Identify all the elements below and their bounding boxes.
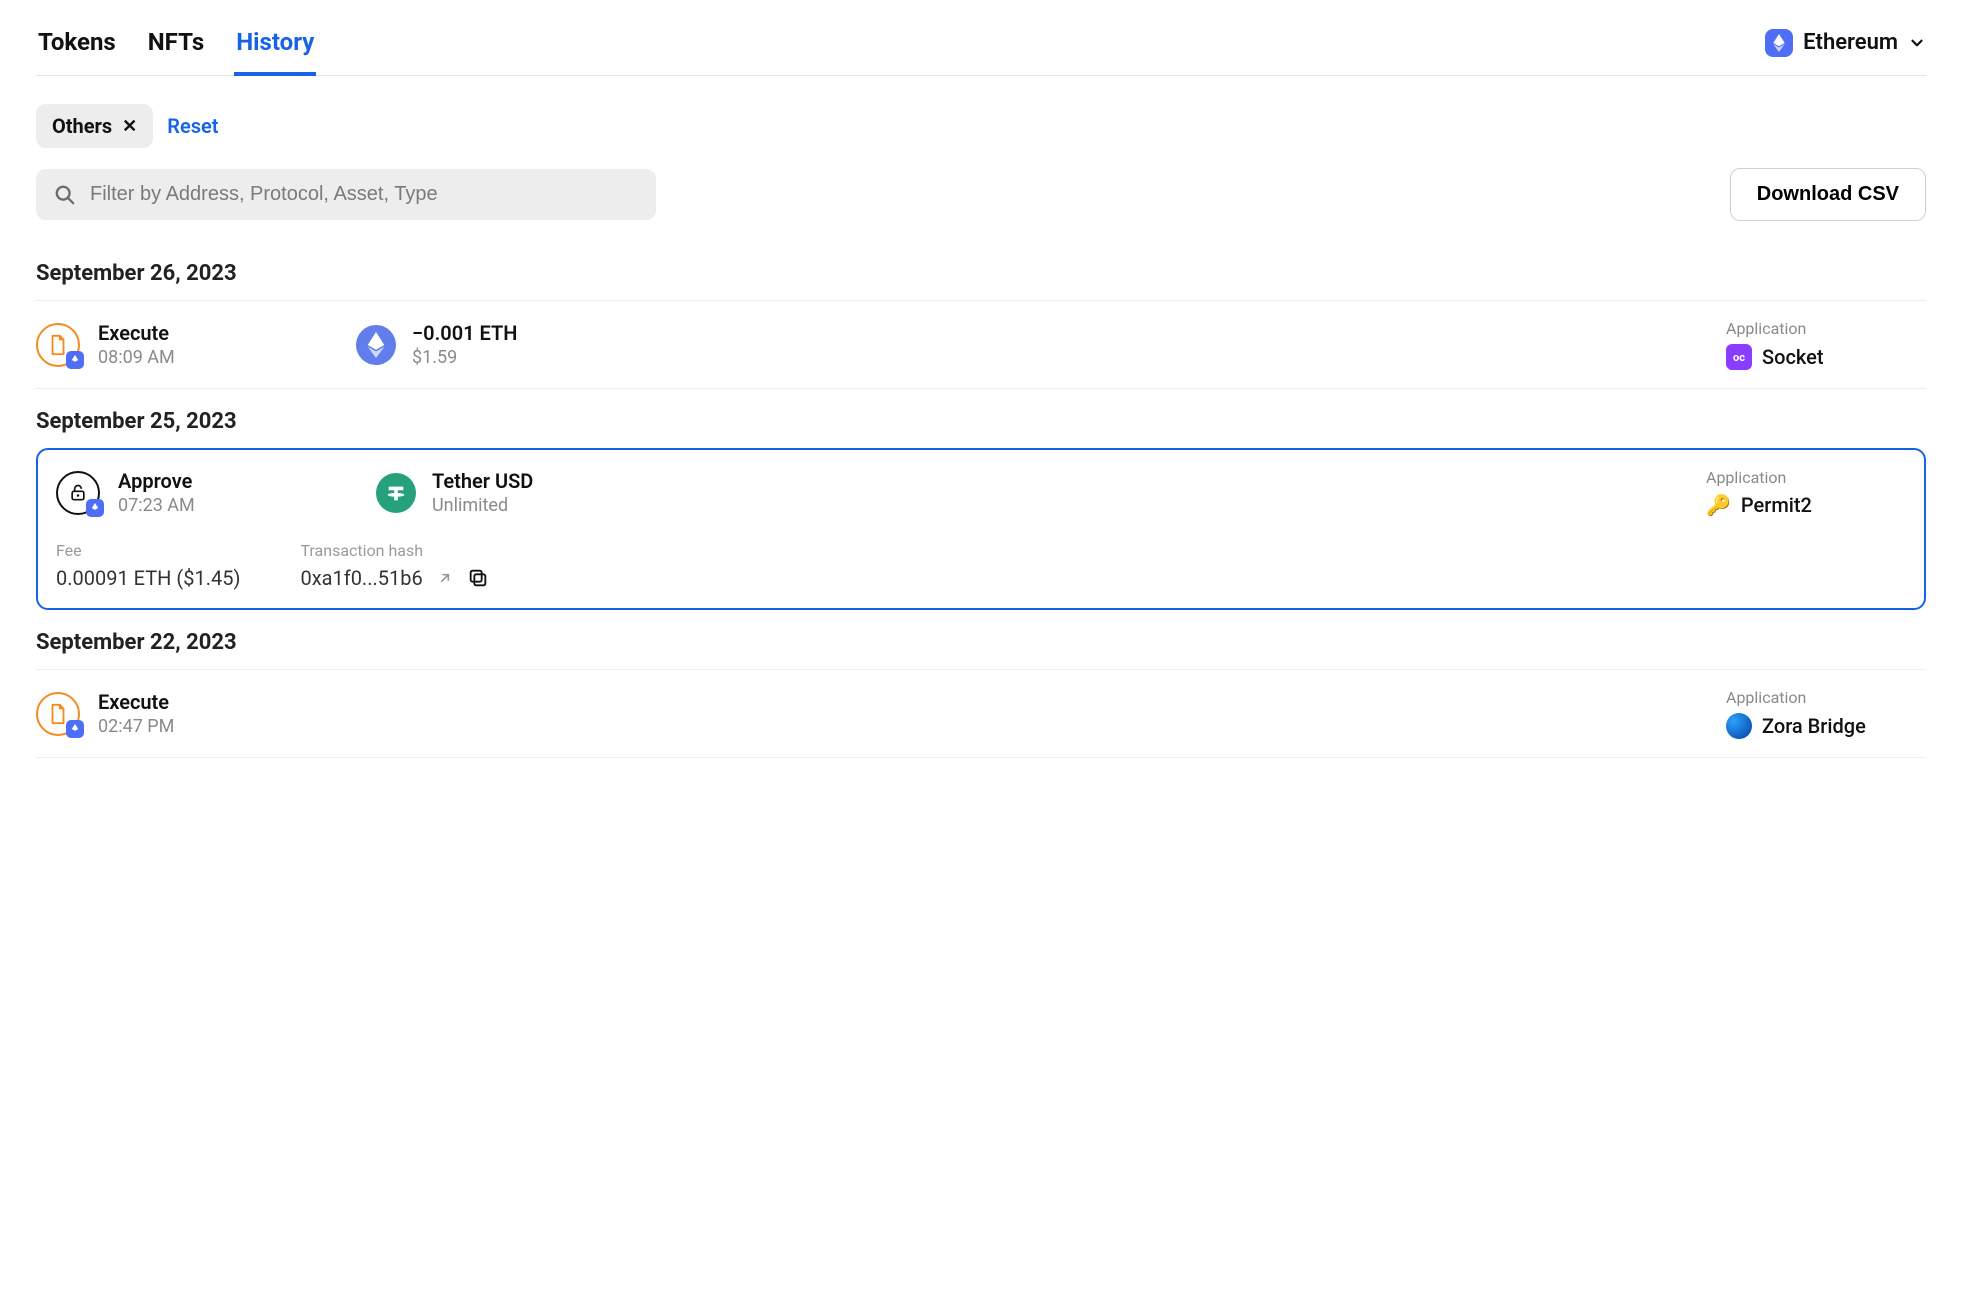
- execute-icon: [36, 323, 80, 367]
- usdt-coin-icon: [376, 473, 416, 513]
- filter-chip-label: Others: [52, 114, 112, 138]
- transaction-row-expanded[interactable]: Approve 07:23 AM Tether USD Unlimited Ap…: [36, 448, 1926, 610]
- filter-chip-others[interactable]: Others ✕: [36, 104, 153, 148]
- reset-filters[interactable]: Reset: [167, 114, 218, 138]
- external-link-icon[interactable]: [437, 570, 453, 586]
- tabs: Tokens NFTs History: [36, 18, 316, 75]
- asset-amount: −0.001 ETH: [412, 321, 517, 345]
- tx-title: Approve: [118, 469, 195, 493]
- hash-label: Transaction hash: [300, 541, 488, 560]
- socket-app-icon: oc: [1726, 344, 1752, 370]
- hash-value[interactable]: 0xa1f0...51b6: [300, 566, 422, 590]
- application-label: Application: [1726, 688, 1926, 707]
- transaction-row[interactable]: Execute 02:47 PM Application Zora Bridge: [36, 669, 1926, 758]
- asset-name: Tether USD: [432, 469, 533, 493]
- asset-amount: Unlimited: [432, 495, 533, 516]
- tx-time: 07:23 AM: [118, 495, 195, 516]
- chain-badge-icon: [86, 499, 104, 517]
- tx-time: 02:47 PM: [98, 716, 174, 737]
- date-heading: September 22, 2023: [36, 630, 1926, 655]
- network-name: Ethereum: [1803, 30, 1898, 55]
- search-icon: [54, 184, 76, 206]
- key-icon: 🔑: [1706, 493, 1731, 517]
- ethereum-icon: [1765, 29, 1793, 57]
- asset-usd: $1.59: [412, 347, 517, 368]
- transaction-row[interactable]: Execute 08:09 AM −0.001 ETH $1.59 Applic…: [36, 300, 1926, 389]
- network-dropdown[interactable]: Ethereum: [1765, 29, 1926, 65]
- application-label: Application: [1726, 319, 1926, 338]
- download-csv-button[interactable]: Download CSV: [1730, 168, 1926, 221]
- application-label: Application: [1706, 468, 1906, 487]
- fee-value: 0.00091 ETH ($1.45): [56, 566, 240, 590]
- fee-label: Fee: [56, 541, 240, 560]
- chain-badge-icon: [66, 720, 84, 738]
- close-icon[interactable]: ✕: [122, 116, 137, 137]
- tx-time: 08:09 AM: [98, 347, 175, 368]
- zora-app-icon: [1726, 713, 1752, 739]
- tx-title: Execute: [98, 321, 175, 345]
- copy-icon[interactable]: [467, 567, 489, 589]
- application-name: Socket: [1762, 345, 1824, 369]
- application-name: Zora Bridge: [1762, 714, 1866, 738]
- tab-tokens[interactable]: Tokens: [36, 18, 118, 75]
- chevron-down-icon: [1908, 34, 1926, 52]
- application-name: Permit2: [1741, 493, 1812, 517]
- approve-icon: [56, 471, 100, 515]
- chain-badge-icon: [66, 351, 84, 369]
- date-heading: September 26, 2023: [36, 261, 1926, 286]
- tx-title: Execute: [98, 690, 174, 714]
- date-heading: September 25, 2023: [36, 409, 1926, 434]
- execute-icon: [36, 692, 80, 736]
- search-box[interactable]: [36, 169, 656, 220]
- tab-nfts[interactable]: NFTs: [146, 18, 207, 75]
- search-input[interactable]: [90, 183, 638, 206]
- tab-history[interactable]: History: [234, 18, 316, 76]
- eth-coin-icon: [356, 325, 396, 365]
